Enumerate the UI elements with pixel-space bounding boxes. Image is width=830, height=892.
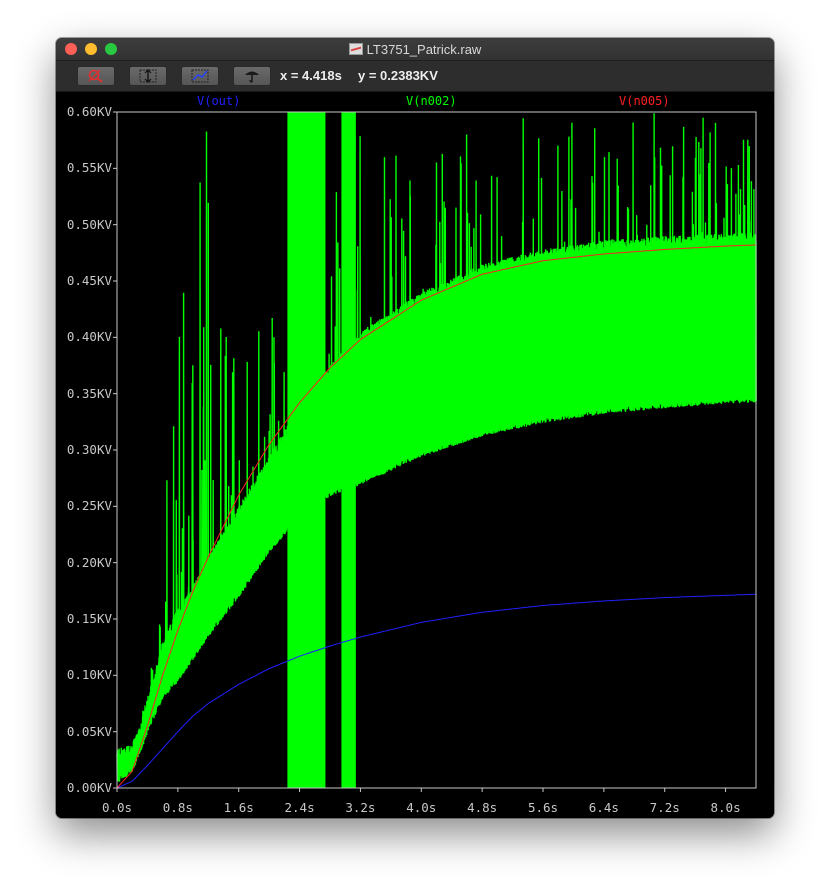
- y-tick-label: 0.55KV: [66, 160, 112, 176]
- cursor-x-readout: x = 4.418s: [280, 68, 342, 83]
- autorange-y-button[interactable]: [129, 66, 167, 86]
- legend-vn005[interactable]: V(n005): [619, 94, 670, 108]
- y-tick-label: 0.60KV: [66, 104, 112, 119]
- y-tick-label: 0.45KV: [66, 273, 112, 288]
- window-title: LT3751_Patrick.raw: [366, 41, 482, 57]
- waveform-plot[interactable]: [56, 92, 774, 818]
- y-tick-label: 0.15KV: [66, 611, 112, 626]
- title-bar[interactable]: LT3751_Patrick.raw: [56, 38, 774, 61]
- zoom-full-icon: [191, 69, 209, 83]
- x-tick-label: 5.6s: [527, 800, 559, 815]
- plot-area[interactable]: V(out) V(n002) V(n005) 0.00KV 0.05KV 0.10K…: [56, 92, 774, 818]
- x-tick-label: 2.4s: [284, 800, 315, 815]
- x-tick-label: 3.2s: [345, 800, 376, 815]
- y-tick-label: 0.00KV: [66, 780, 112, 795]
- legend-vn002[interactable]: V(n002): [406, 94, 457, 108]
- zoom-out-icon: [88, 69, 103, 83]
- legend-vout[interactable]: V(out): [197, 94, 240, 108]
- x-tick-label: 4.8s: [467, 800, 498, 815]
- cursor-y-readout: y = 0.2383KV: [358, 68, 438, 83]
- pan-button[interactable]: [233, 66, 271, 86]
- x-tick-label: 4.0s: [406, 800, 437, 815]
- x-tick-label: 7.2s: [649, 800, 680, 815]
- y-tick-label: 0.05KV: [66, 723, 112, 739]
- x-tick-label: 6.4s: [588, 800, 619, 815]
- autorange-y-icon: [139, 69, 157, 83]
- window-title-group: LT3751_Patrick.raw: [56, 38, 774, 60]
- waveform-window: LT3751_Patrick.raw x = 4.418s y = 0.2383…: [56, 38, 774, 818]
- toolbar: x = 4.418s y = 0.2383KV: [56, 61, 774, 92]
- trace-vn002: [116, 113, 757, 782]
- x-tick-label: 0.0s: [101, 800, 133, 815]
- trace-layer: [116, 112, 757, 789]
- x-tick-label: 8.0s: [710, 800, 741, 815]
- x-tick-label: 1.6s: [223, 800, 254, 815]
- waveform-file-icon: [348, 43, 363, 55]
- y-tick-label: 0.10KV: [66, 667, 112, 683]
- zoom-full-button[interactable]: [181, 66, 219, 86]
- y-tick-label: 0.25KV: [66, 498, 112, 514]
- zoom-out-button[interactable]: [77, 66, 115, 86]
- pan-icon: [245, 71, 259, 83]
- y-tick-label: 0.50KV: [66, 216, 112, 232]
- y-tick-label: 0.30KV: [66, 442, 112, 457]
- y-tick-label: 0.20KV: [66, 554, 112, 570]
- x-tick-label: 0.8s: [162, 800, 193, 815]
- trace-vn002-burst: [341, 112, 356, 788]
- y-tick-label: 0.40KV: [66, 329, 112, 345]
- trace-vn002-burst: [287, 112, 326, 788]
- y-tick-label: 0.35KV: [66, 385, 112, 401]
